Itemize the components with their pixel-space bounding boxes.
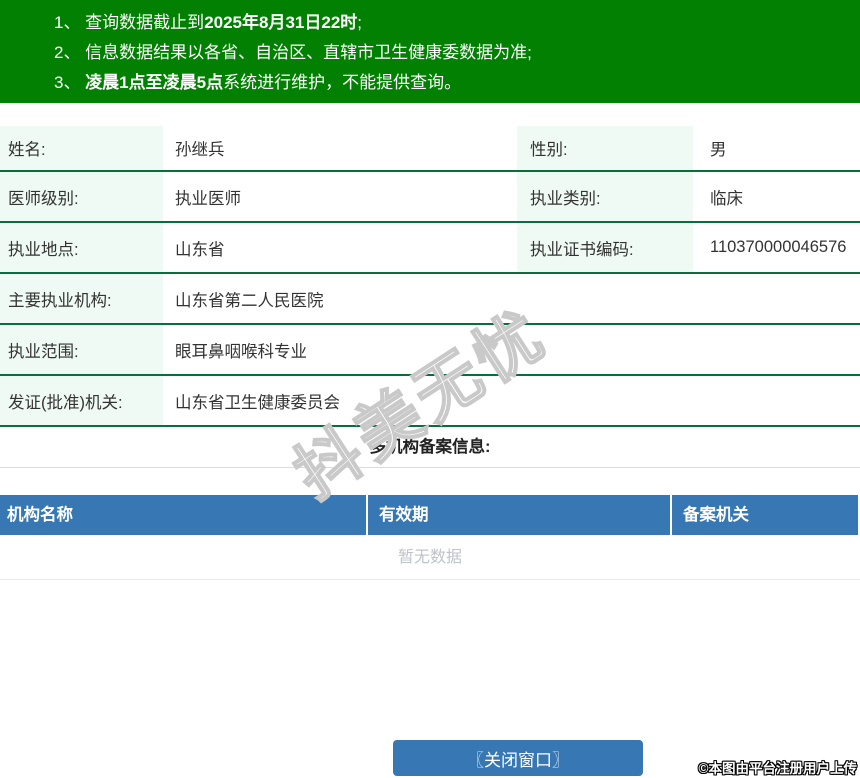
- license-number-label: 执业证书编码:: [517, 223, 693, 272]
- table-row: 执业范围: 眼耳鼻咽喉科专业: [0, 325, 860, 376]
- close-window-button[interactable]: 〖关闭窗口〗: [393, 740, 643, 776]
- notice-line-3-post: 系统进行维护，不能提供查询。: [223, 73, 462, 92]
- doctor-info-table: 姓名: 孙继兵 性别: 男 医师级别: 执业医师 执业类别: 临床 执业地点: …: [0, 126, 860, 427]
- copyright-stamp: ©本图由平台注册用户上传: [698, 761, 857, 776]
- doctor-level-value: 执业医师: [175, 189, 241, 208]
- multi-institution-section-title: 多机构备案信息:: [0, 427, 860, 468]
- license-query-result-page: 1、 查询数据截止到2025年8月31日22时; 2、 信息数据结果以各省、自治…: [0, 0, 860, 778]
- column-header-filing-authority: 备案机关: [672, 495, 858, 535]
- table-row: 医师级别: 执业医师 执业类别: 临床: [0, 172, 860, 223]
- notice-line-3-pre: 3、: [54, 73, 86, 92]
- column-header-validity-period: 有效期: [368, 495, 672, 535]
- notice-line-3: 3、 凌晨1点至凌晨5点系统进行维护，不能提供查询。: [54, 68, 860, 98]
- practice-category-label: 执业类别:: [517, 172, 693, 221]
- notice-line-1-bold: 2025年8月31日22时: [204, 13, 358, 32]
- practice-location-value: 山东省: [175, 240, 225, 259]
- gender-value: 男: [710, 141, 727, 159]
- practice-location-label: 执业地点:: [0, 223, 163, 272]
- table-row: 姓名: 孙继兵 性别: 男: [0, 126, 860, 172]
- notice-line-3-bold: 凌晨1点至凌晨5点: [85, 73, 224, 92]
- table-row: 主要执业机构: 山东省第二人民医院: [0, 274, 860, 325]
- issuing-authority-label: 发证(批准)机关:: [0, 376, 163, 425]
- practice-scope-value: 眼耳鼻咽喉科专业: [175, 342, 307, 361]
- gender-label: 性别:: [517, 126, 693, 170]
- main-institution-value: 山东省第二人民医院: [175, 291, 324, 310]
- issuing-authority-value: 山东省卫生健康委员会: [175, 393, 340, 412]
- filing-table-header: 机构名称 有效期 备案机关: [0, 495, 860, 535]
- notice-line-1-pre: 1、 查询数据截止到: [54, 13, 205, 32]
- notice-line-1-post: ;: [357, 13, 363, 32]
- empty-data-placeholder: 暂无数据: [0, 535, 860, 580]
- table-row: 发证(批准)机关: 山东省卫生健康委员会: [0, 376, 860, 427]
- license-number-value: 110370000046576: [710, 238, 847, 256]
- column-header-institution-name: 机构名称: [0, 495, 368, 535]
- notice-banner: 1、 查询数据截止到2025年8月31日22时; 2、 信息数据结果以各省、自治…: [0, 0, 860, 103]
- practice-scope-label: 执业范围:: [0, 325, 163, 374]
- practice-category-value: 临床: [710, 189, 743, 208]
- table-row: 执业地点: 山东省 执业证书编码: 110370000046576: [0, 223, 860, 274]
- name-value: 孙继兵: [175, 141, 225, 159]
- main-institution-label: 主要执业机构:: [0, 274, 163, 323]
- notice-line-2: 2、 信息数据结果以各省、自治区、直辖市卫生健康委数据为准;: [54, 38, 860, 68]
- notice-line-1: 1、 查询数据截止到2025年8月31日22时;: [54, 8, 860, 38]
- name-label: 姓名:: [0, 126, 163, 170]
- notice-line-2-pre: 2、 信息数据结果以各省、自治区、直辖市卫生健康委数据为准;: [54, 43, 532, 62]
- doctor-level-label: 医师级别:: [0, 172, 163, 221]
